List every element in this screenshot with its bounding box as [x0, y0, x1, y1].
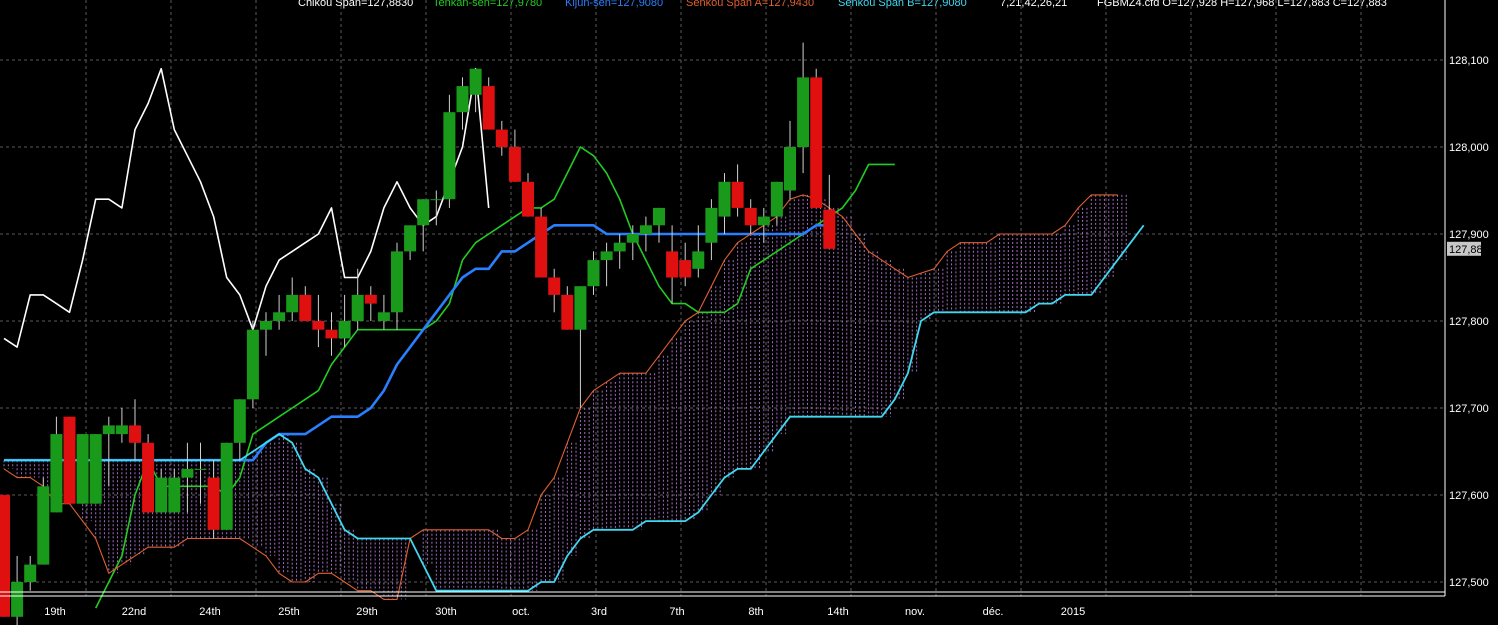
candle-up [338, 321, 351, 339]
y-tick-label: 127,600 [1449, 490, 1489, 502]
candle-down [810, 77, 823, 208]
y-tick-label: 128,000 [1449, 142, 1489, 154]
x-tick-label: 7th [669, 606, 684, 618]
candle-up [155, 477, 168, 513]
candle-up [273, 312, 286, 321]
x-tick-label: 30th [435, 606, 456, 618]
candle-down [299, 294, 312, 321]
candle-up [102, 425, 115, 435]
x-tick-label: 14th [827, 606, 848, 618]
candle-up [770, 181, 783, 217]
candle-up [757, 216, 770, 226]
candle-up [692, 251, 705, 269]
x-tick-label: 3rd [591, 606, 607, 618]
candle-up [456, 86, 469, 113]
candle-up [587, 260, 600, 287]
candle-up [286, 294, 299, 313]
candle-down [508, 147, 521, 182]
y-tick-label: 127,900 [1449, 229, 1489, 241]
candle-down [482, 86, 495, 130]
candle-down [522, 181, 534, 217]
candle-up [417, 199, 430, 226]
legend-senkou-a: Senkou Span A=127,9430 [686, 0, 815, 9]
legend-params: 7,21,42,26,21 [1000, 0, 1068, 9]
legend-chikou: Chikou Span=127,8830 [298, 0, 414, 9]
candle-up [391, 251, 403, 313]
y-tick-label: 127,500 [1449, 577, 1489, 589]
candle-up [469, 68, 482, 95]
candle-down [666, 251, 679, 278]
candle-down [129, 425, 141, 443]
x-tick-label: 22nd [122, 606, 146, 618]
candle-up [574, 286, 587, 330]
candle-down [535, 216, 548, 278]
candle-up [639, 225, 652, 234]
candle-up [600, 251, 613, 261]
candle-up [377, 312, 390, 321]
chart-background [0, 0, 1498, 625]
candle-down [548, 277, 561, 295]
candle-down [823, 209, 836, 249]
candle-up [626, 234, 639, 243]
x-tick-label: 25th [278, 606, 299, 618]
candle-up [784, 147, 796, 191]
ichimoku-chart[interactable]: 128,100 128,000 127,900 127,800 127,700 127,6… [0, 0, 1498, 625]
candle-up [430, 199, 443, 201]
candle-down [0, 495, 10, 617]
x-tick-label: nov. [905, 606, 925, 618]
x-tick-label: 24th [199, 606, 220, 618]
y-tick-label: 128,100 [1449, 55, 1489, 67]
candle-up [76, 434, 89, 504]
candle-up [233, 399, 246, 443]
candle-up [194, 468, 207, 470]
candle-up [24, 564, 37, 582]
candle-down [561, 294, 574, 330]
candle-down [495, 129, 508, 147]
candle-up [89, 434, 102, 504]
candle-up [50, 434, 63, 513]
y-tick-label: 127,800 [1449, 316, 1489, 328]
legend-tenkan: Tenkan-sen=127,9780 [433, 0, 543, 9]
candle-down [207, 477, 220, 530]
candle-up [613, 242, 626, 252]
candle-up [220, 442, 233, 530]
candle-down [312, 321, 325, 330]
last-price-label: 127,883 [1449, 244, 1489, 256]
candle-down [731, 181, 744, 208]
x-tick-label: oct. [512, 606, 530, 618]
candle-up [653, 207, 665, 226]
candle-up [37, 486, 50, 565]
candle-down [325, 329, 338, 339]
x-tick-label: 29th [356, 606, 377, 618]
legend-kijun: Kijun-sen=127,9080 [565, 0, 664, 9]
candle-down [744, 207, 757, 226]
candle-up [718, 181, 731, 217]
x-tick-label: 8th [748, 606, 763, 618]
candle-up [443, 112, 456, 200]
x-tick-label: 2015 [1061, 606, 1085, 618]
candle-up [260, 321, 272, 330]
candle-down [364, 294, 377, 304]
candle-down [142, 442, 155, 513]
legend-ohlc: FGBMZ4.cfd O=127,928 H=127,968 L=127,883… [1097, 0, 1387, 9]
x-tick-label: déc. [983, 606, 1004, 618]
candle-up [115, 425, 128, 435]
candle-up [797, 77, 810, 147]
candle-up [351, 294, 364, 321]
legend-senkou-b: Senkou Span B=127,9080 [838, 0, 967, 9]
y-tick-label: 127,700 [1449, 403, 1489, 415]
candle-up [181, 468, 194, 478]
candle-down [63, 416, 76, 504]
candle-up [246, 329, 259, 400]
candle-up [404, 225, 417, 252]
candle-up [11, 582, 24, 617]
x-tick-label: 19th [44, 606, 65, 618]
candle-down [679, 260, 692, 278]
candle-up [705, 207, 718, 243]
candle-up [168, 477, 181, 513]
